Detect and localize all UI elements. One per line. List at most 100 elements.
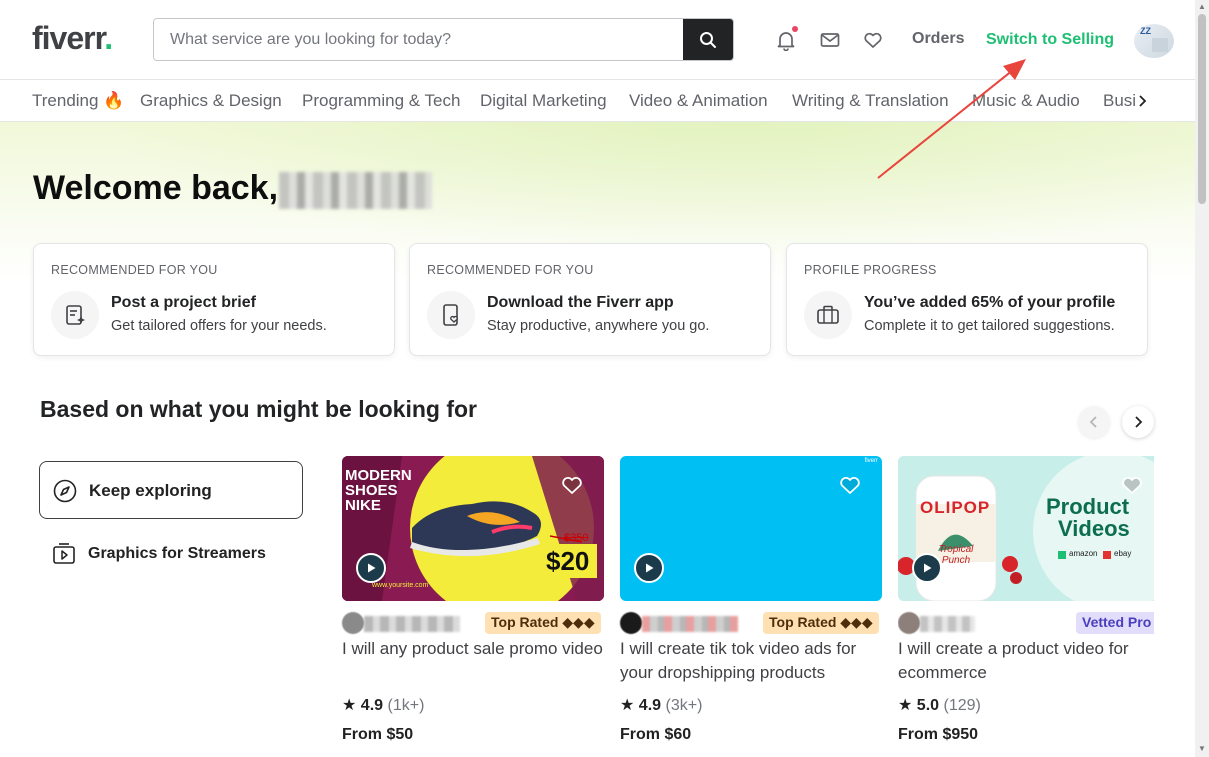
keep-exploring-button[interactable]: Keep exploring [39,461,303,519]
gig-price: From $60 [620,726,692,743]
play-button[interactable] [912,553,942,583]
messages-button[interactable] [818,28,842,52]
graphics-for-streamers-label: Graphics for Streamers [88,545,266,562]
card-title: Post a project brief [111,294,256,311]
phone-heart-icon [427,291,475,339]
thumb-heading-2: Videos [1058,516,1130,541]
seller-row: Top Rated ◆◆◆ [620,612,882,636]
heart-icon [864,32,882,48]
thumb-brand: OLIPOP [920,498,991,517]
scroll-up-arrow-icon[interactable]: ▲ [1198,2,1206,11]
gig-rating: ★ 4.9 (1k+) [342,697,425,714]
category-graphics-design[interactable]: Graphics & Design [140,91,282,111]
card-subtitle: Stay productive, anywhere you go. [487,318,710,334]
gig-title[interactable]: I will create a product video for ecomme… [898,637,1154,685]
card-profile-progress[interactable]: PROFILE PROGRESS You’ve added 65% of you… [786,243,1148,356]
scroll-down-arrow-icon[interactable]: ▼ [1198,744,1206,753]
vetted-pro-badge: Vetted Pro [1076,612,1154,634]
switch-to-selling-link[interactable]: Switch to Selling [986,31,1114,49]
top-header: fiverr. Orders Switch to Selling ZZ [0,0,1195,80]
save-gig-button[interactable] [838,474,862,496]
play-button[interactable] [356,553,386,583]
seller-name-blurred[interactable] [920,616,975,632]
category-trending[interactable]: Trending 🔥 [32,91,124,111]
chevron-right-icon [1139,95,1147,107]
notifications-button[interactable] [774,26,798,52]
card-post-brief[interactable]: RECOMMENDED FOR YOU Post a project brief… [33,243,395,356]
card-label: PROFILE PROGRESS [804,263,937,277]
gig-thumbnail[interactable]: MODERN SHOES NIKE $350 $20 www.yoursite.… [342,456,604,601]
chevron-right-icon [1135,416,1143,428]
search-input[interactable] [154,19,685,60]
category-writing-translation[interactable]: Writing & Translation [792,91,949,111]
category-nav: Trending 🔥 Graphics & Design Programming… [0,81,1195,122]
search-button[interactable] [683,19,733,60]
heart-icon [1122,477,1142,494]
user-avatar[interactable]: ZZ [1134,24,1174,58]
gig-title[interactable]: I will any product sale promo video [342,637,604,661]
seller-name-blurred[interactable] [364,616,460,632]
carousel-prev-button[interactable] [1078,406,1110,438]
save-gig-button[interactable] [1120,474,1144,496]
heart-icon [562,477,582,494]
card-title: You’ve added 65% of your profile [864,294,1116,311]
gig-thumbnail[interactable]: fiverr [620,456,882,601]
orders-link[interactable]: Orders [912,30,964,48]
graphics-for-streamers-item[interactable]: Graphics for Streamers [39,535,303,571]
scrollbar-thumb[interactable] [1198,14,1206,204]
seller-avatar[interactable] [342,612,364,634]
thumb-old-price: $350 [564,532,589,544]
thumb-headline-2: SHOES [345,482,398,499]
favorites-button[interactable] [861,28,885,52]
card-label: RECOMMENDED FOR YOU [427,263,594,277]
welcome-heading: Welcome back, [33,169,279,207]
gig-price: From $50 [342,726,414,743]
save-gig-button[interactable] [560,474,584,496]
thumb-new-price: $20 [546,546,590,576]
gig-card-clip: OLIPOP Tropical Punch Product Videos ama… [898,456,1154,757]
gig-rating: ★ 5.0 (129) [898,697,981,714]
mail-icon [820,33,840,47]
star-icon: ★ [898,697,913,714]
bell-icon [777,32,795,51]
gig-title[interactable]: I will create tik tok video ads for your… [620,637,882,685]
seller-name-blurred[interactable] [642,616,738,632]
carousel-next-button[interactable] [1122,406,1154,438]
compass-icon [53,479,77,503]
section-title: Based on what you might be looking for [40,396,478,422]
card-label: RECOMMENDED FOR YOU [51,263,218,277]
category-scroll-right-button[interactable] [1136,90,1158,114]
search-bar [153,18,734,61]
thumb-shop-amazon: amazon [1069,549,1098,558]
top-rated-badge: Top Rated ◆◆◆ [763,612,879,634]
card-subtitle: Complete it to get tailored suggestions. [864,318,1115,334]
category-digital-marketing[interactable]: Digital Marketing [480,91,607,111]
briefcase-icon [804,291,852,339]
category-music-audio[interactable]: Music & Audio [972,91,1080,111]
star-icon: ★ [342,697,357,714]
page-scrollbar[interactable]: ▲ ▼ [1195,0,1209,757]
blurred-username [279,172,432,209]
seller-avatar[interactable] [620,612,642,634]
gig-rating: ★ 4.9 (3k+) [620,697,703,714]
seller-row: Vetted Pro [898,612,1154,636]
category-video-animation[interactable]: Video & Animation [629,91,768,111]
thumb-site: www.yoursite.com [372,582,429,589]
card-download-app[interactable]: RECOMMENDED FOR YOU Download the Fiverr … [409,243,771,356]
seller-avatar[interactable] [898,612,920,634]
thumb-headline-1: MODERN [345,467,412,484]
category-programming-tech[interactable]: Programming & Tech [302,91,460,111]
top-rated-badge: Top Rated ◆◆◆ [485,612,601,634]
notification-dot [792,26,798,32]
thumb-shop-ebay: ebay [1114,549,1132,558]
star-icon: ★ [620,697,635,714]
fire-icon: 🔥 [103,91,125,110]
play-icon [646,563,654,573]
play-button[interactable] [634,553,664,583]
fiverr-logo[interactable]: fiverr. [32,20,113,57]
gig-thumbnail[interactable]: OLIPOP Tropical Punch Product Videos ama… [898,456,1154,601]
card-title: Download the Fiverr app [487,294,674,311]
keep-exploring-label: Keep exploring [89,481,212,500]
thumb-corner-logo: fiverr [864,458,878,464]
play-icon [368,563,376,573]
